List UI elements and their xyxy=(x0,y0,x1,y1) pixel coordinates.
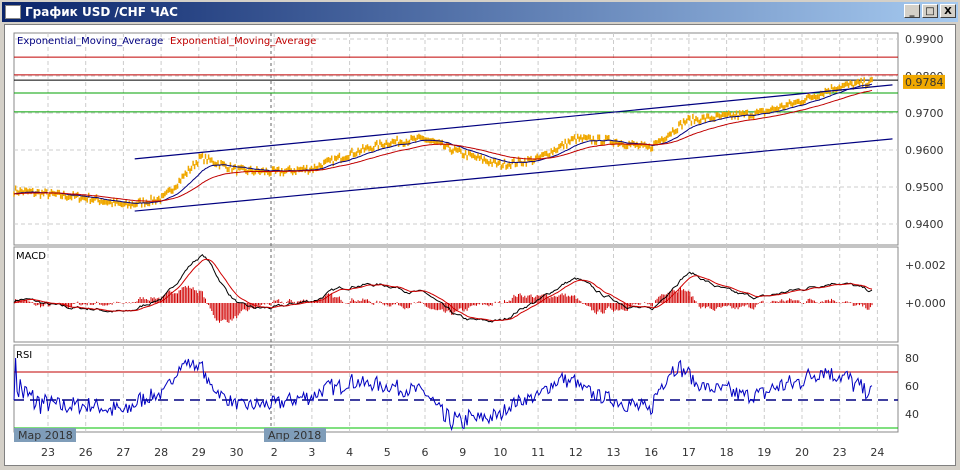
price-tick-label: 0.9500 xyxy=(905,181,944,194)
rsi-label: RSI xyxy=(16,350,32,361)
panel-border xyxy=(13,344,899,433)
date-tick-label: 3 xyxy=(308,446,315,459)
date-tick-label: 26 xyxy=(79,446,93,459)
rsi-tick-label: 60 xyxy=(905,380,919,393)
date-tick-label: 27 xyxy=(116,446,130,459)
legend-ema2: Exponential_Moving_Average xyxy=(170,36,316,47)
month-label: Апр 2018 xyxy=(268,429,321,442)
date-tick-label: 29 xyxy=(192,446,206,459)
current-price-label: 0.9784 xyxy=(905,76,944,89)
price-tick-label: 0.9400 xyxy=(905,218,944,231)
date-tick-label: 9 xyxy=(459,446,466,459)
date-tick-label: 23 xyxy=(41,446,55,459)
macd-line xyxy=(13,253,873,323)
date-tick-label: 30 xyxy=(230,446,244,459)
date-tick-label: 12 xyxy=(569,446,583,459)
ema2-line xyxy=(13,89,873,202)
channel-line xyxy=(134,84,893,160)
date-tick-label: 10 xyxy=(493,446,507,459)
date-tick-label: 24 xyxy=(870,446,884,459)
price-tick-label: 0.9700 xyxy=(905,107,944,120)
date-tick-label: 5 xyxy=(384,446,391,459)
panel-border xyxy=(13,32,899,246)
panel-border xyxy=(13,246,899,343)
macd-tick-label: +0.000 xyxy=(905,297,946,310)
price-tick-label: 0.9900 xyxy=(905,33,944,46)
date-tick-label: 4 xyxy=(346,446,353,459)
date-tick-label: 11 xyxy=(531,446,545,459)
month-label: Мар 2018 xyxy=(18,429,73,442)
macd-signal-line xyxy=(13,258,873,322)
rsi-tick-label: 80 xyxy=(905,352,919,365)
date-tick-label: 16 xyxy=(644,446,658,459)
date-tick-label: 19 xyxy=(757,446,771,459)
date-tick-label: 2 xyxy=(271,446,278,459)
date-tick-label: 23 xyxy=(833,446,847,459)
macd-label: MACD xyxy=(16,251,46,262)
macd-tick-label: +0.002 xyxy=(905,259,946,272)
price-bars xyxy=(13,76,873,209)
date-tick-label: 13 xyxy=(607,446,621,459)
date-tick-label: 17 xyxy=(682,446,696,459)
date-tick-label: 28 xyxy=(154,446,168,459)
date-tick-label: 20 xyxy=(795,446,809,459)
legend-ema1: Exponential_Moving_Average xyxy=(17,36,163,47)
chart-canvas[interactable]: Exponential_Moving_Average Exponential_M… xyxy=(0,0,960,470)
rsi-tick-label: 40 xyxy=(905,408,919,421)
date-tick-label: 6 xyxy=(422,446,429,459)
price-tick-label: 0.9600 xyxy=(905,144,944,157)
date-tick-label: 18 xyxy=(720,446,734,459)
rsi-line xyxy=(13,357,873,432)
